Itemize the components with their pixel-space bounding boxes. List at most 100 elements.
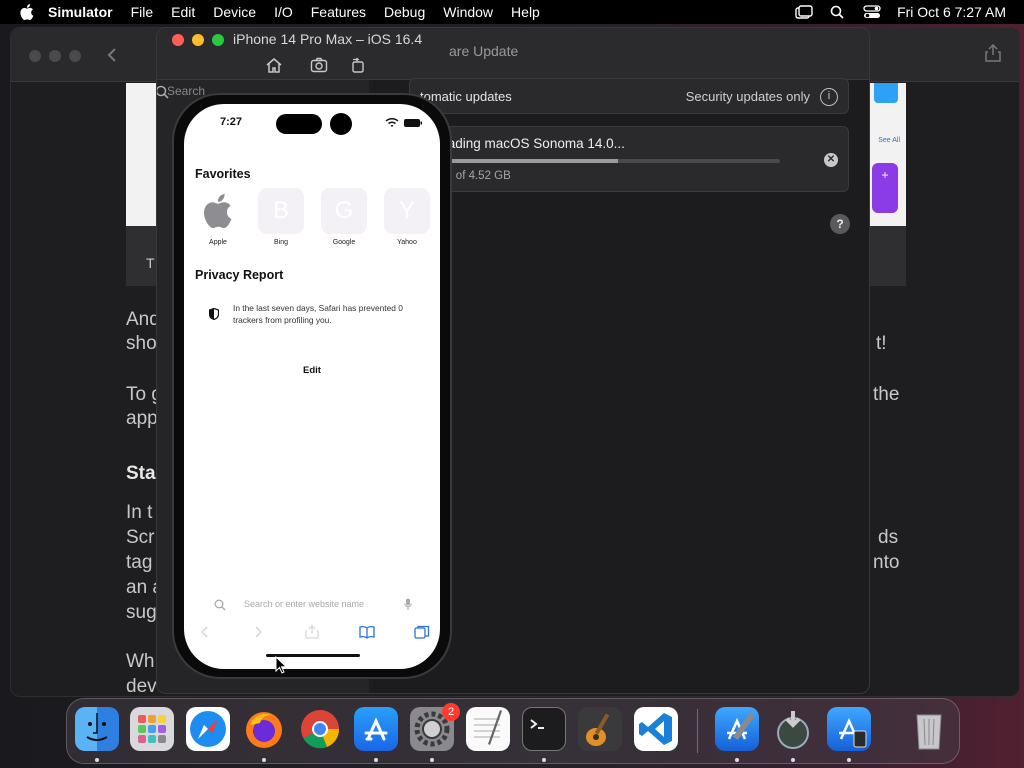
rotate-icon[interactable] [349,56,367,74]
dock-migration-assistant-icon[interactable] [771,707,815,751]
dock: 2 [66,698,960,764]
mouse-cursor-icon [275,656,287,674]
article-text: And [126,309,160,330]
menu-file[interactable]: File [131,4,154,20]
dock-garageband-icon[interactable] [578,707,622,751]
close-button[interactable] [172,34,184,46]
favorite-bing[interactable]: B Bing [257,188,305,246]
article-text: ds [878,527,899,548]
info-icon[interactable]: i [820,88,838,106]
stage-manager-icon[interactable] [795,5,813,19]
screenshot-camera-icon[interactable] [310,56,328,74]
menu-device[interactable]: Device [213,4,256,20]
dock-trash-icon[interactable] [907,707,951,751]
dock-app-store-icon[interactable] [354,707,398,751]
microphone-icon[interactable] [404,598,412,611]
privacy-report-text[interactable]: In the last seven days, Safari has preve… [233,302,423,326]
automatic-updates-row[interactable]: tomatic updates Security updates only i [409,78,849,114]
favorite-label: Bing [273,239,288,246]
security-updates-label: Security updates only [685,89,810,104]
edit-button[interactable]: Edit [184,365,440,376]
favorite-label: Yahoo [397,239,417,246]
cancel-download-icon[interactable]: ✕ [824,153,838,167]
back-chevron-icon[interactable] [107,47,117,63]
shield-icon [209,308,219,320]
dock-vscode-icon[interactable] [634,707,678,751]
dock-chrome-icon[interactable] [298,707,342,751]
favorite-yahoo[interactable]: Y Yahoo [383,188,431,246]
favorite-letter-tile: G [321,188,367,234]
hero-caption-fragment: T [146,255,155,271]
menu-io[interactable]: I/O [274,4,293,20]
control-center-icon[interactable] [863,5,881,19]
download-row: wnloading macOS Sonoma 14.0... 52 GB of … [409,126,849,192]
window-minimize-button[interactable] [49,50,61,62]
back-icon[interactable] [197,625,213,639]
search-icon [214,599,226,611]
favorites-heading: Favorites [195,167,251,181]
bookmarks-icon[interactable] [359,625,375,639]
menu-help[interactable]: Help [511,4,540,20]
favorite-apple[interactable]: Apple [194,188,242,246]
privacy-report-heading: Privacy Report [195,268,284,282]
dock-firefox-icon[interactable] [242,707,286,751]
article-heading: Sta [126,463,156,484]
menu-window[interactable]: Window [443,4,493,20]
front-camera [330,113,352,135]
software-update-title: are Update [449,43,519,59]
article-text: sug [126,602,157,623]
dock-finder-icon[interactable] [75,707,119,751]
menu-bar: Simulator File Edit Device I/O Features … [0,0,1024,24]
share-icon[interactable] [304,625,320,639]
forward-icon[interactable] [250,625,266,639]
apple-logo-icon [204,194,232,228]
share-icon[interactable] [985,44,1001,62]
menu-edit[interactable]: Edit [171,4,195,20]
desktop: Simulator File Edit Device I/O Features … [0,0,1024,768]
article-text: t! [876,333,887,354]
dock-terminal-icon[interactable] [522,707,566,751]
window-zoom-button[interactable] [69,50,81,62]
automatic-updates-label: tomatic updates [420,89,512,104]
menu-app-name[interactable]: Simulator [48,4,113,20]
minimize-button[interactable] [192,34,204,46]
dock-separator [697,709,698,753]
zoom-button[interactable] [212,34,224,46]
menu-features[interactable]: Features [311,4,366,20]
article-text: dev [126,676,157,697]
home-icon[interactable] [265,56,283,74]
window-close-button[interactable] [29,50,41,62]
address-bar[interactable]: Search or enter website name [196,594,428,616]
article-text: tag [126,552,153,573]
address-placeholder: Search or enter website name [244,599,365,609]
article-text: In t [126,502,153,523]
dock-launchpad-icon[interactable] [130,707,174,751]
favorite-label: Apple [209,239,227,246]
iphone-device-frame: 7:27 Favorites Apple B Bing G Google Y Y… [172,93,452,679]
dock-textedit-icon[interactable] [466,707,510,751]
favorite-letter-tile: B [258,188,304,234]
spotlight-search-icon[interactable] [829,5,847,19]
iphone-screen: 7:27 Favorites Apple B Bing G Google Y Y… [184,104,440,669]
article-text: nto [873,552,900,573]
menu-clock[interactable]: Fri Oct 6 7:27 AM [897,4,1006,20]
tabs-icon[interactable] [414,625,430,639]
article-text: Wh [126,651,155,672]
dock-safari-icon[interactable] [186,707,230,751]
dock-xcode-icon[interactable] [715,707,759,751]
safari-toolbar [184,621,440,643]
status-bar-time: 7:27 [220,116,243,128]
apple-logo-icon[interactable] [20,4,34,20]
settings-notification-badge: 2 [442,703,460,721]
dock-simulator-icon[interactable] [827,707,871,751]
help-icon[interactable]: ? [830,214,850,234]
menu-debug[interactable]: Debug [384,4,425,20]
favorite-letter-tile: Y [384,188,430,234]
sidebar-search-field[interactable]: Search [167,84,205,98]
favorite-label: Google [332,239,356,246]
download-progress-bar [420,159,780,163]
article-text: sho [126,333,157,354]
favorite-google[interactable]: G Google [320,188,368,246]
article-text: app [126,408,158,429]
wifi-battery-icon [385,117,422,127]
